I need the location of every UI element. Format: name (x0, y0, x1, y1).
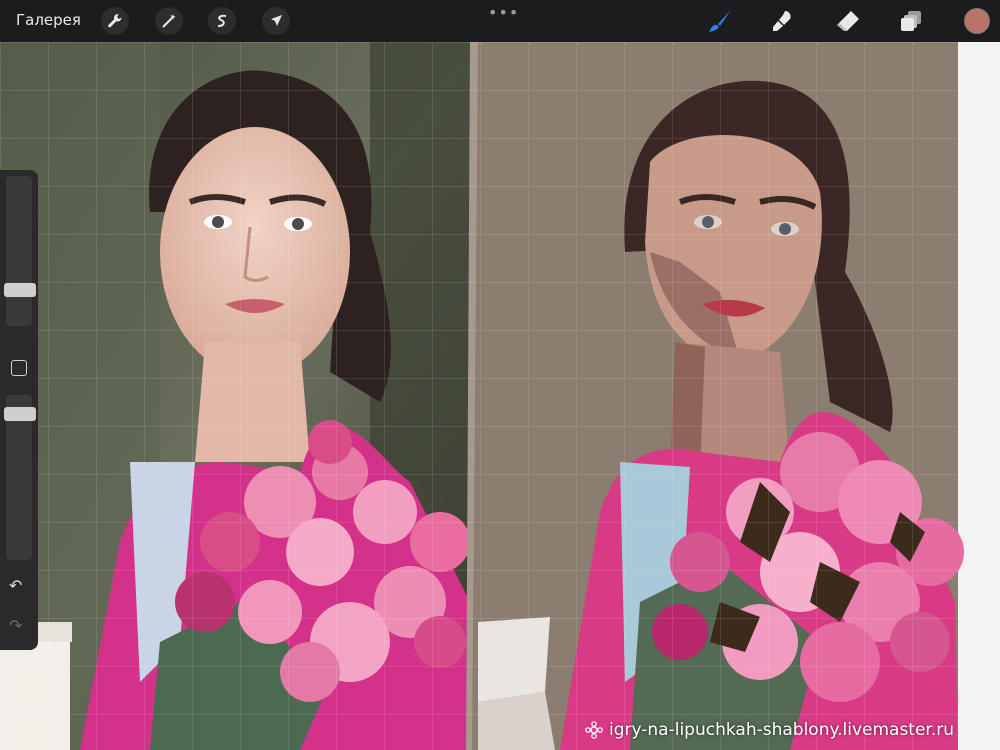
left-sidebar: ↶ ↷ (0, 170, 38, 650)
brush-size-slider[interactable] (6, 176, 32, 326)
wrench-icon (108, 14, 122, 28)
top-toolbar: Галерея ••• (0, 0, 1000, 42)
brush-icon (709, 10, 731, 32)
transform-arrow-icon (271, 15, 282, 26)
modify-button[interactable] (11, 360, 27, 376)
drawing-canvas[interactable]: ↶ ↷ (0, 42, 1000, 750)
layers-button[interactable] (898, 7, 926, 35)
smudge-icon (773, 11, 791, 31)
watermark-text: igry-na-lipuchkah-shablony.livemaster.ru (609, 720, 955, 740)
opacity-thumb[interactable] (4, 407, 36, 421)
eraser-icon (837, 11, 859, 31)
layers-icon (901, 11, 921, 31)
gallery-button[interactable]: Галерея (16, 11, 81, 29)
eraser-tool-button[interactable] (834, 7, 862, 35)
color-picker-swatch[interactable] (964, 8, 990, 34)
adjustments-button[interactable] (155, 7, 183, 35)
redo-button[interactable]: ↷ (9, 616, 22, 635)
flower-logo-icon (585, 721, 603, 739)
smudge-tool-button[interactable] (769, 7, 797, 35)
selection-button[interactable] (208, 7, 236, 35)
more-options[interactable]: ••• (488, 3, 519, 22)
transform-button[interactable] (262, 7, 290, 35)
artwork (0, 42, 1000, 750)
brush-size-thumb[interactable] (4, 283, 36, 297)
actions-button[interactable] (101, 7, 129, 35)
selection-icon (217, 14, 227, 27)
drawing-guide-grid (0, 42, 958, 750)
watermark: igry-na-lipuchkah-shablony.livemaster.ru (585, 720, 954, 740)
magic-wand-icon (162, 14, 176, 28)
undo-button[interactable]: ↶ (9, 576, 22, 595)
brush-tool-button[interactable] (706, 7, 734, 35)
